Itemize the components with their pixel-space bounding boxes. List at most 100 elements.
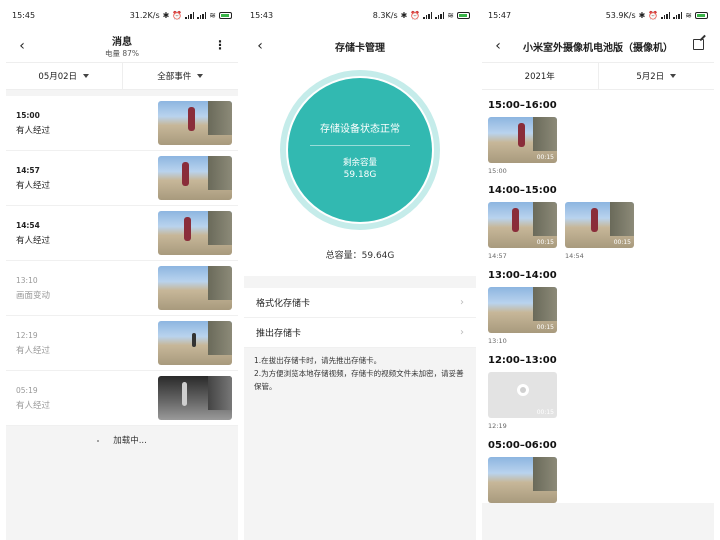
alarm-icon: ⏰ xyxy=(172,10,183,20)
event-thumbnail[interactable] xyxy=(158,321,232,365)
camera-placeholder-icon xyxy=(517,384,529,396)
caret-down-icon xyxy=(197,74,204,78)
storage-status-card: 存储设备状态正常 剩余容量 59.18G 总容量：59.64G xyxy=(244,62,476,276)
list-item[interactable]: 14:54 有人经过 xyxy=(6,206,238,261)
signal-icon xyxy=(197,11,207,19)
page-title: 存储卡管理 xyxy=(335,42,385,54)
hour-section-label: 12:00–13:00 xyxy=(488,355,557,366)
video-clip[interactable]: 00:15 14:54 xyxy=(565,202,634,260)
signal-icon xyxy=(423,11,433,19)
clip-thumbnail[interactable]: 00:15 xyxy=(488,117,557,163)
battery-level: 电量 87% xyxy=(104,49,140,58)
phone-storage: 15:43 8.3K/s ✱ ⏰ ≋ ‹ 存储卡管理 存储设备状态正常 剩余容量… xyxy=(244,0,476,540)
event-thumbnail[interactable] xyxy=(158,376,232,420)
signal-icon xyxy=(435,11,445,19)
list-item[interactable]: 15:00 有人经过 xyxy=(6,96,238,151)
date-filter[interactable]: 05月02日 xyxy=(6,63,122,89)
clip-duration: 00:15 xyxy=(536,239,554,246)
status-time: 15:47 xyxy=(488,10,512,20)
chevron-right-icon: › xyxy=(460,297,464,308)
remaining-label: 剩余容量 xyxy=(342,158,377,168)
timeline-list: 15:00–16:00 00:15 15:00 14:00–15:00 00:1… xyxy=(482,90,714,503)
year-filter[interactable]: 2021年 xyxy=(482,63,598,89)
chevron-right-icon: › xyxy=(460,327,464,338)
battery-icon xyxy=(457,11,470,19)
page-title: 消息 xyxy=(112,37,132,48)
storage-menu: 格式化存储卡 › 推出存储卡 › xyxy=(244,288,476,348)
back-arrow-icon[interactable]: ‹ xyxy=(490,38,506,54)
hour-section-label: 05:00–06:00 xyxy=(488,440,557,451)
bluetooth-icon: ✱ xyxy=(400,10,408,20)
status-bar: 15:43 8.3K/s ✱ ⏰ ≋ xyxy=(244,0,476,30)
back-arrow-icon[interactable]: ‹ xyxy=(252,38,268,54)
list-item[interactable]: 05:19 有人经过 xyxy=(6,371,238,426)
event-thumbnail[interactable] xyxy=(158,266,232,310)
status-time: 15:43 xyxy=(250,10,274,20)
message-list: 15:00 有人经过 14:57 有人经过 14:54 有人经过 13:10 画面变动 … xyxy=(6,96,238,426)
filter-bar: 2021年 5月2日 xyxy=(482,62,714,90)
clip-duration: 00:15 xyxy=(536,324,554,331)
page-title: 小米室外摄像机电池版（摄像机） xyxy=(523,42,673,54)
total-capacity: 总容量：59.64G xyxy=(325,251,395,261)
wifi-icon: ≋ xyxy=(685,10,692,20)
status-bar: 15:47 53.9K/s ✱ ⏰ ≋ xyxy=(482,0,714,30)
video-clip[interactable]: 00:15 13:10 xyxy=(488,287,557,345)
clip-time: 14:57 xyxy=(488,252,507,260)
phone-messages: 15:45 31.2K/s ✱ ⏰ ≋ ‹ 消息 电量 87% ⋮ 05月02日… xyxy=(6,0,238,540)
hour-section-label: 15:00–16:00 xyxy=(488,100,557,111)
back-arrow-icon[interactable]: ‹ xyxy=(14,38,30,54)
list-item[interactable]: 13:10 画面变动 xyxy=(6,261,238,316)
clip-time: 14:54 xyxy=(565,252,584,260)
video-clip[interactable]: 00:15 15:00 xyxy=(488,117,557,175)
alarm-icon: ⏰ xyxy=(410,10,421,20)
alarm-icon: ⏰ xyxy=(648,10,659,20)
storage-notes: 1.在拔出存储卡时，请先推出存储卡。 2.为方便浏览本地存储视频，存储卡的视频文… xyxy=(254,356,464,391)
clip-thumbnail[interactable] xyxy=(488,457,557,503)
battery-icon xyxy=(695,11,708,19)
video-clip[interactable]: 00:15 14:57 xyxy=(488,202,557,260)
eject-card-button[interactable]: 推出存储卡 › xyxy=(244,318,476,348)
event-thumbnail[interactable] xyxy=(158,156,232,200)
clip-thumbnail[interactable]: 00:15 xyxy=(488,287,557,333)
more-menu-icon[interactable]: ⋮ xyxy=(214,38,226,52)
format-card-button[interactable]: 格式化存储卡 › xyxy=(244,288,476,318)
clip-thumbnail[interactable]: 00:15 xyxy=(488,202,557,248)
clip-duration: 00:15 xyxy=(536,154,554,161)
clip-duration: 00:15 xyxy=(613,239,631,246)
event-thumbnail[interactable] xyxy=(158,101,232,145)
list-item[interactable]: 12:19 有人经过 xyxy=(6,316,238,371)
battery-icon xyxy=(219,11,232,19)
bluetooth-icon: ✱ xyxy=(638,10,646,20)
net-speed: 31.2K/s xyxy=(129,10,160,20)
event-thumbnail[interactable] xyxy=(158,211,232,255)
status-bar: 15:45 31.2K/s ✱ ⏰ ≋ xyxy=(6,0,238,30)
wifi-icon: ≋ xyxy=(447,10,454,20)
net-speed: 8.3K/s xyxy=(372,10,398,20)
event-filter[interactable]: 全部事件 xyxy=(121,63,239,89)
clip-time: 12:19 xyxy=(488,422,507,430)
edit-icon[interactable] xyxy=(693,39,704,50)
list-item[interactable]: 14:57 有人经过 xyxy=(6,151,238,206)
phone-timeline: 15:47 53.9K/s ✱ ⏰ ≋ ‹ 小米室外摄像机电池版（摄像机） 20… xyxy=(482,0,714,540)
date-filter[interactable]: 5月2日 xyxy=(597,63,715,89)
loading-indicator: 加载中... xyxy=(6,426,238,446)
clip-thumbnail[interactable]: 00:15 xyxy=(565,202,634,248)
signal-icon xyxy=(673,11,683,19)
clip-thumbnail[interactable]: 00:15 xyxy=(488,372,557,418)
clip-duration: 00:15 xyxy=(536,409,554,416)
bluetooth-icon: ✱ xyxy=(162,10,170,20)
video-clip[interactable]: 00:15 12:19 xyxy=(488,372,557,430)
status-time: 15:45 xyxy=(12,10,36,20)
caret-down-icon xyxy=(83,74,90,78)
storage-header: ‹ 存储卡管理 xyxy=(244,30,476,62)
signal-icon xyxy=(661,11,671,19)
hour-section-label: 13:00–14:00 xyxy=(488,270,557,281)
remaining-value: 59.18G xyxy=(343,170,377,180)
signal-icon xyxy=(185,11,195,19)
wifi-icon: ≋ xyxy=(209,10,216,20)
storage-status: 存储设备状态正常 xyxy=(320,124,400,135)
video-clip[interactable] xyxy=(488,457,557,503)
caret-down-icon xyxy=(670,74,677,78)
messages-header: ‹ 消息 电量 87% ⋮ xyxy=(6,30,238,62)
storage-ring: 存储设备状态正常 剩余容量 59.18G xyxy=(280,70,440,230)
